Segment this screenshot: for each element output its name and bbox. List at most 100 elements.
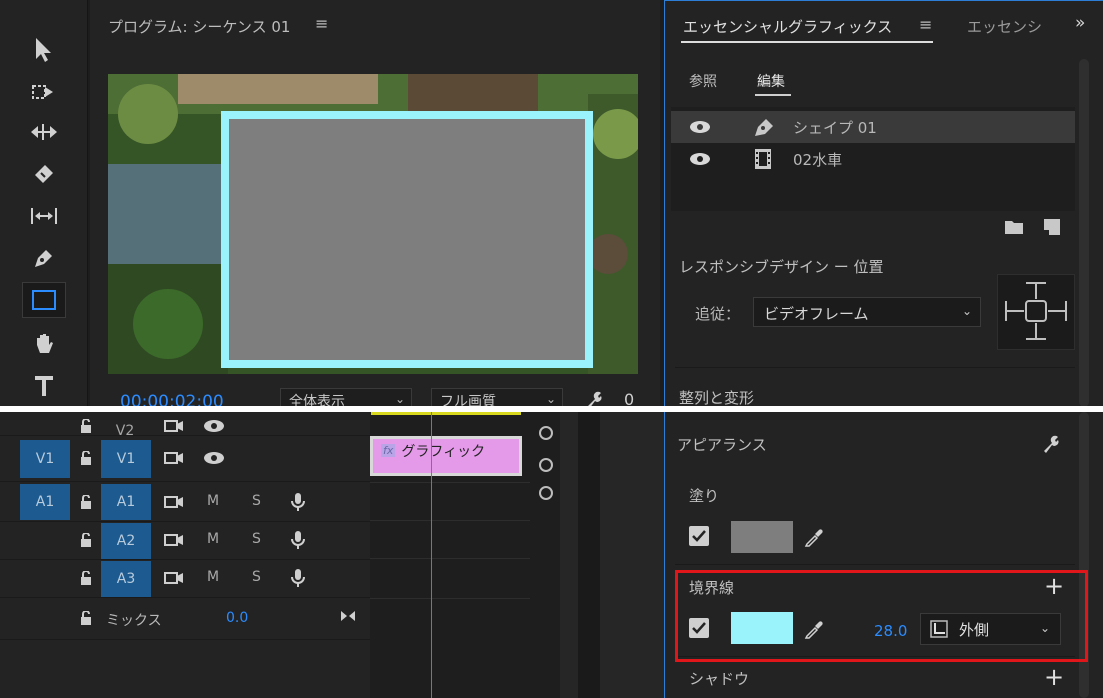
mute-button[interactable]: M xyxy=(207,569,219,585)
chevron-double-right-icon[interactable]: » xyxy=(1075,13,1085,33)
tab-essential-graphics[interactable]: エッセンシャルグラフィックス xyxy=(683,16,892,37)
top-workspace: プログラム: シーケンス 01 ≡ 00:00:02:00 全体表示 ⌄ フル画… xyxy=(0,0,1103,406)
lock-icon[interactable] xyxy=(76,494,96,510)
graphic-clip-body: fx グラフィック xyxy=(373,439,519,473)
layer-row-video[interactable]: 02水車 xyxy=(671,143,1075,175)
source-patch-a1[interactable]: A1 xyxy=(20,484,70,520)
pin-edges-icon xyxy=(1005,282,1067,340)
section-divider xyxy=(675,367,1075,368)
track-row-v2: V2 xyxy=(0,412,370,439)
wrench-icon[interactable] xyxy=(582,388,606,406)
track-name-v1[interactable]: V1 xyxy=(101,440,151,478)
solo-button[interactable]: S xyxy=(252,493,261,509)
track-name-a1[interactable]: A1 xyxy=(101,484,151,520)
program-monitor-title[interactable]: プログラム: シーケンス 01 xyxy=(108,16,290,37)
hand-tool[interactable] xyxy=(22,326,66,362)
shape-rectangle[interactable] xyxy=(221,111,593,368)
razor-tool[interactable] xyxy=(22,156,66,192)
hamburger-menu-icon[interactable]: ≡ xyxy=(315,14,328,33)
sync-lock-icon[interactable] xyxy=(162,494,186,510)
mix-label: ミックス xyxy=(106,613,162,629)
folder-icon[interactable] xyxy=(1003,217,1025,237)
pen-icon xyxy=(753,116,777,142)
subtab-browse[interactable]: 参照 xyxy=(689,71,717,91)
sync-lock-icon[interactable] xyxy=(162,418,186,434)
fill-checkbox[interactable] xyxy=(689,526,709,546)
follow-label: 追従： xyxy=(695,305,741,323)
microphone-icon[interactable] xyxy=(288,529,308,551)
mute-button[interactable]: M xyxy=(207,531,219,547)
wrench-icon[interactable] xyxy=(1039,432,1063,456)
lock-icon[interactable] xyxy=(76,570,96,586)
add-shadow-plus-icon[interactable]: + xyxy=(1043,663,1065,691)
track-select-tool[interactable] xyxy=(22,74,66,110)
bowtie-icon[interactable] xyxy=(338,608,358,624)
track-name-a3[interactable]: A3 xyxy=(101,561,151,597)
sync-lock-icon[interactable] xyxy=(162,570,186,586)
track-row-a2: A2 M S xyxy=(0,522,370,560)
layer-row-shape[interactable]: シェイプ 01 xyxy=(671,111,1075,143)
work-area-bar[interactable] xyxy=(371,412,521,415)
panel-gap xyxy=(560,412,666,698)
eye-icon[interactable] xyxy=(202,418,226,434)
track-height-handle[interactable] xyxy=(539,458,553,472)
sync-lock-icon[interactable] xyxy=(162,532,186,548)
track-height-handle[interactable] xyxy=(539,426,553,440)
track-divider xyxy=(370,558,530,559)
slip-tool[interactable] xyxy=(22,198,66,234)
timeline-track-headers: V2 V1 V1 A1 A1 M S A2 M S A3 M S ミックス 0.… xyxy=(0,412,370,698)
new-layer-icon[interactable] xyxy=(1041,217,1063,237)
eye-icon[interactable] xyxy=(689,120,711,138)
playhead-timecode[interactable]: 00:00:02:00 xyxy=(120,392,224,406)
selection-tool[interactable] xyxy=(22,32,66,68)
graphic-clip[interactable]: fx グラフィック xyxy=(370,436,522,476)
track-row-a3: A3 M S xyxy=(0,560,370,598)
track-name-a2[interactable]: A2 xyxy=(101,523,151,559)
sync-lock-icon[interactable] xyxy=(162,450,186,466)
timeline-scroll-strip xyxy=(530,412,560,698)
track-height-handle[interactable] xyxy=(539,486,553,500)
playhead-line[interactable] xyxy=(431,412,432,698)
track-divider xyxy=(370,482,530,483)
playback-quality-value: フル画質 xyxy=(440,394,496,406)
track-divider xyxy=(370,598,530,599)
chevron-down-icon: ⌄ xyxy=(394,392,405,406)
eye-icon[interactable] xyxy=(202,450,226,466)
track-row-mix: ミックス 0.0 xyxy=(0,600,370,640)
pen-tool[interactable] xyxy=(22,240,66,276)
scrollbar[interactable] xyxy=(1079,59,1089,406)
chevron-down-icon: ⌄ xyxy=(545,392,556,406)
layer-name: シェイプ 01 xyxy=(793,119,877,137)
mute-button[interactable]: M xyxy=(207,493,219,509)
hamburger-menu-icon[interactable]: ≡ xyxy=(919,15,932,34)
stroke-section-highlight xyxy=(675,570,1088,662)
vertical-scrollbar-track xyxy=(578,412,600,698)
playback-quality-select[interactable]: フル画質 ⌄ xyxy=(431,388,563,406)
section-divider xyxy=(675,564,1075,565)
solo-button[interactable]: S xyxy=(252,569,261,585)
essential-graphics-panel: エッセンシャルグラフィックス ≡ エッセンシ » 参照 編集 シェイプ 01 0… xyxy=(664,0,1103,406)
lock-icon[interactable] xyxy=(76,450,96,466)
source-patch-v1[interactable]: V1 xyxy=(20,440,70,478)
lock-icon[interactable] xyxy=(76,610,96,626)
fill-color-swatch[interactable] xyxy=(731,521,793,553)
lock-icon[interactable] xyxy=(76,418,96,434)
subtab-edit[interactable]: 編集 xyxy=(757,71,785,91)
rectangle-tool[interactable] xyxy=(22,282,66,318)
pin-to-edges-widget[interactable] xyxy=(997,274,1075,350)
type-tool[interactable] xyxy=(22,368,66,404)
lock-icon[interactable] xyxy=(76,532,96,548)
follow-select[interactable]: ビデオフレーム ⌄ xyxy=(753,297,981,327)
zoom-level-select[interactable]: 全体表示 ⌄ xyxy=(280,388,412,406)
microphone-icon[interactable] xyxy=(288,567,308,589)
ripple-edit-tool[interactable] xyxy=(22,114,66,150)
fill-label: 塗り xyxy=(689,487,720,505)
tab-essential-sound[interactable]: エッセンシ xyxy=(967,16,1041,37)
mix-volume-value[interactable]: 0.0 xyxy=(226,610,248,626)
solo-button[interactable]: S xyxy=(252,531,261,547)
subtab-underline xyxy=(755,94,791,96)
eyedropper-icon[interactable] xyxy=(802,525,826,549)
eye-icon[interactable] xyxy=(689,152,711,170)
microphone-icon[interactable] xyxy=(288,491,308,513)
program-viewer[interactable] xyxy=(108,74,638,374)
